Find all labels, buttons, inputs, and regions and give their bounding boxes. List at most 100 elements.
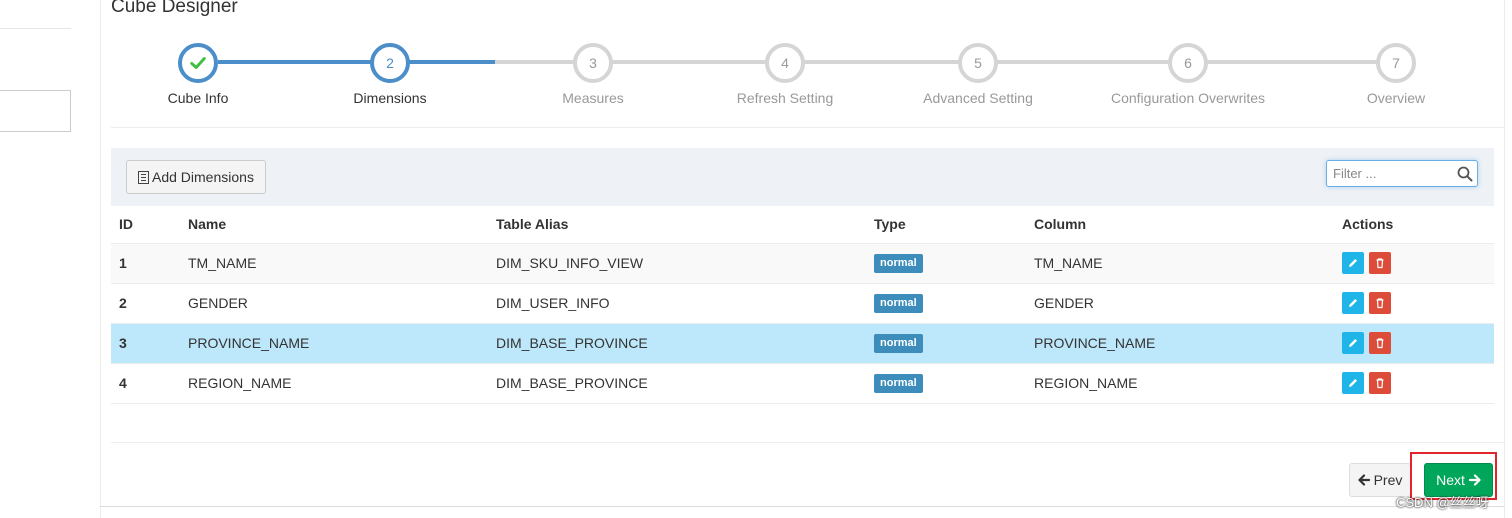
step-circle: 3 — [573, 43, 613, 83]
content-bottom-border — [100, 506, 1505, 507]
step-circle — [178, 43, 218, 83]
pencil-icon — [1349, 259, 1357, 267]
page-title: Cube Designer — [111, 0, 238, 17]
step-dimensions[interactable]: 2 Dimensions — [353, 43, 427, 106]
delete-button[interactable] — [1369, 252, 1391, 274]
trash-icon — [1376, 258, 1384, 269]
dimensions-toolbar: Add Dimensions — [111, 148, 1494, 206]
step-overview[interactable]: 7 Overview — [1367, 43, 1425, 106]
cell-table-alias: DIM_BASE_PROVINCE — [488, 323, 866, 364]
sidebar-divider — [0, 28, 71, 29]
column-header-table-alias[interactable]: Table Alias — [488, 206, 866, 244]
cell-table-alias: DIM_USER_INFO — [488, 283, 866, 324]
edit-button[interactable] — [1342, 252, 1364, 274]
step-label: Measures — [562, 90, 624, 106]
filter-box — [1326, 160, 1478, 187]
trash-icon — [1376, 338, 1384, 349]
stepper-track-pending — [495, 60, 1396, 64]
cell-id: 1 — [111, 243, 180, 284]
search-icon[interactable] — [1457, 166, 1473, 182]
step-circle: 2 — [370, 43, 410, 83]
prev-label: Prev — [1373, 472, 1403, 488]
stepper-track-completed — [218, 60, 495, 64]
content-left-border — [100, 0, 101, 518]
cell-actions — [1334, 243, 1494, 284]
pencil-icon — [1349, 339, 1357, 347]
table-row[interactable]: 3 PROVINCE_NAME DIM_BASE_PROVINCE normal… — [111, 323, 1494, 364]
step-circle: 7 — [1376, 43, 1416, 83]
step-label: Cube Info — [167, 90, 229, 106]
cell-id: 3 — [111, 323, 180, 364]
cell-actions — [1334, 283, 1494, 324]
cell-type: normal — [866, 283, 1026, 324]
step-circle: 4 — [765, 43, 805, 83]
step-advanced-setting[interactable]: 5 Advanced Setting — [923, 43, 1033, 106]
edit-button[interactable] — [1342, 292, 1364, 314]
step-measures[interactable]: 3 Measures — [562, 43, 624, 106]
type-badge: normal — [874, 334, 923, 353]
cell-column: REGION_NAME — [1026, 363, 1334, 404]
cell-type: normal — [866, 243, 1026, 284]
watermark: CSDN @丝丝呀 — [1396, 495, 1489, 510]
filter-input[interactable] — [1327, 161, 1447, 186]
wizard-stepper: Cube Info 2 Dimensions 3 Measures 4 Refr… — [111, 40, 1505, 128]
cell-name: PROVINCE_NAME — [180, 323, 488, 364]
cell-type: normal — [866, 363, 1026, 404]
stepper-divider — [111, 127, 1505, 128]
delete-button[interactable] — [1369, 372, 1391, 394]
cell-actions — [1334, 363, 1494, 404]
table-header-row: ID Name Table Alias Type Column Actions — [111, 206, 1494, 244]
trash-icon — [1376, 298, 1384, 309]
column-header-actions: Actions — [1334, 206, 1494, 244]
delete-button[interactable] — [1369, 292, 1391, 314]
dimensions-table: ID Name Table Alias Type Column Actions … — [111, 206, 1494, 404]
table-footer-divider — [111, 442, 1505, 443]
check-icon — [190, 57, 206, 69]
type-badge: normal — [874, 374, 923, 393]
cell-name: REGION_NAME — [180, 363, 488, 404]
table-row[interactable]: 2 GENDER DIM_USER_INFO normal GENDER — [111, 283, 1494, 324]
type-badge: normal — [874, 294, 923, 313]
table-row[interactable]: 4 REGION_NAME DIM_BASE_PROVINCE normal R… — [111, 363, 1494, 404]
cell-column: TM_NAME — [1026, 243, 1334, 284]
column-header-column[interactable]: Column — [1026, 206, 1334, 244]
step-label: Overview — [1366, 90, 1426, 106]
step-cube-info[interactable]: Cube Info — [168, 43, 228, 106]
cell-table-alias: DIM_BASE_PROVINCE — [488, 363, 866, 404]
column-header-id[interactable]: ID — [111, 206, 180, 244]
step-circle: 5 — [958, 43, 998, 83]
cell-column: GENDER — [1026, 283, 1334, 324]
cell-actions — [1334, 323, 1494, 364]
column-header-name[interactable]: Name — [180, 206, 488, 244]
cell-id: 4 — [111, 363, 180, 404]
add-dimensions-button[interactable]: Add Dimensions — [126, 160, 266, 194]
add-dimensions-label: Add Dimensions — [152, 169, 254, 185]
type-badge: normal — [874, 254, 923, 273]
column-header-type[interactable]: Type — [866, 206, 1026, 244]
step-label: Advanced Setting — [923, 90, 1033, 106]
step-refresh-setting[interactable]: 4 Refresh Setting — [737, 43, 833, 106]
cell-table-alias: DIM_SKU_INFO_VIEW — [488, 243, 866, 284]
pencil-icon — [1349, 299, 1357, 307]
cell-name: TM_NAME — [180, 243, 488, 284]
trash-icon — [1376, 378, 1384, 389]
table-row[interactable]: 1 TM_NAME DIM_SKU_INFO_VIEW normal TM_NA… — [111, 243, 1494, 284]
step-label: Dimensions — [353, 90, 427, 106]
edit-button[interactable] — [1342, 372, 1364, 394]
arrow-left-icon — [1357, 474, 1370, 486]
step-label: Configuration Overwrites — [1110, 90, 1266, 106]
cell-name: GENDER — [180, 283, 488, 324]
cell-column: PROVINCE_NAME — [1026, 323, 1334, 364]
step-label: Refresh Setting — [736, 90, 834, 106]
arrow-right-icon — [1468, 474, 1481, 486]
sidebar-input-fragment — [0, 90, 71, 132]
cell-type: normal — [866, 323, 1026, 364]
step-configuration-overwrites[interactable]: 6 Configuration Overwrites — [1111, 43, 1265, 106]
step-circle: 6 — [1168, 43, 1208, 83]
delete-button[interactable] — [1369, 332, 1391, 354]
next-label: Next — [1436, 472, 1465, 488]
list-icon — [138, 170, 149, 184]
pencil-icon — [1349, 379, 1357, 387]
cell-id: 2 — [111, 283, 180, 324]
edit-button[interactable] — [1342, 332, 1364, 354]
